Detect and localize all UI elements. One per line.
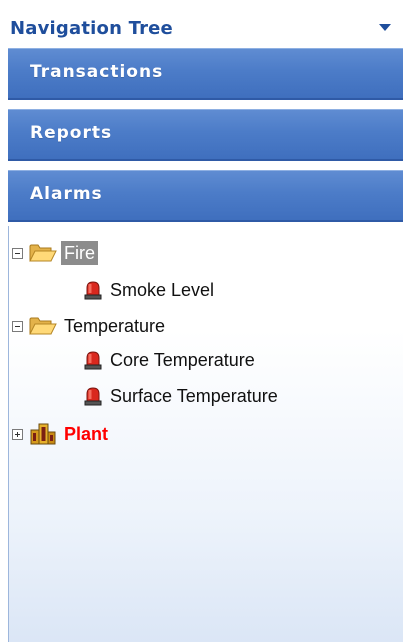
section-reports[interactable]: Reports bbox=[8, 109, 403, 161]
tree-view: Fire Smoke Level Temperature Core Temper… bbox=[8, 226, 403, 642]
navigation-header: Navigation Tree bbox=[8, 10, 403, 48]
alarm-light-icon bbox=[83, 350, 103, 370]
tree-node-surface-temperature[interactable]: Surface Temperature bbox=[83, 383, 281, 409]
alarm-light-icon bbox=[83, 280, 103, 300]
section-transactions[interactable]: Transactions bbox=[8, 48, 403, 100]
expand-toggle-icon[interactable] bbox=[12, 428, 23, 440]
alarm-light-icon bbox=[83, 386, 103, 406]
collapse-toggle-icon[interactable] bbox=[12, 320, 23, 332]
folder-open-icon bbox=[29, 243, 57, 263]
folder-open-icon bbox=[29, 316, 57, 336]
tree-node-label[interactable]: Plant bbox=[61, 422, 111, 446]
tree-node-core-temperature[interactable]: Core Temperature bbox=[83, 347, 258, 373]
section-label-transactions: Transactions bbox=[30, 62, 164, 82]
navigation-title: Navigation Tree bbox=[10, 18, 173, 39]
plant-building-icon bbox=[29, 422, 57, 446]
triangle-down-icon[interactable] bbox=[379, 24, 391, 31]
section-alarms[interactable]: Alarms bbox=[8, 170, 403, 222]
tree-node-label[interactable]: Temperature bbox=[61, 314, 168, 338]
section-label-reports: Reports bbox=[30, 123, 113, 143]
tree-node-fire[interactable]: Fire bbox=[12, 240, 98, 266]
tree-node-label[interactable]: Smoke Level bbox=[107, 278, 217, 302]
tree-node-label[interactable]: Fire bbox=[61, 241, 98, 265]
navigation-panel: Navigation Tree Transactions Reports Ala… bbox=[0, 0, 403, 642]
tree-node-plant[interactable]: Plant bbox=[12, 421, 111, 447]
tree-node-smoke-level[interactable]: Smoke Level bbox=[83, 277, 217, 303]
tree-node-label[interactable]: Core Temperature bbox=[107, 348, 258, 372]
collapse-toggle-icon[interactable] bbox=[12, 247, 23, 259]
tree-node-label[interactable]: Surface Temperature bbox=[107, 384, 281, 408]
tree-node-temperature[interactable]: Temperature bbox=[12, 313, 168, 339]
section-label-alarms: Alarms bbox=[30, 184, 103, 204]
